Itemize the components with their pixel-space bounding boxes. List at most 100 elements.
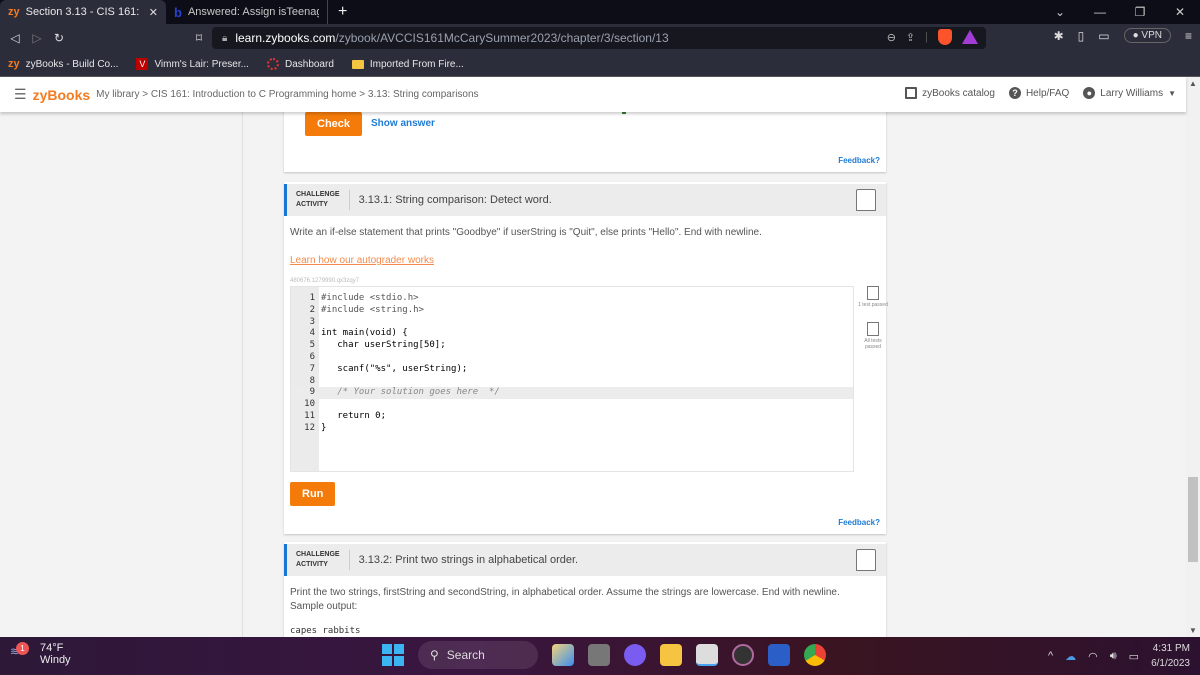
- browser-tab-bar: zy Section 3.13 - CIS 161: Introductio ✕…: [0, 0, 1200, 24]
- help-link[interactable]: ? Help/FAQ: [1008, 87, 1070, 99]
- onedrive-icon[interactable]: ☁: [1065, 650, 1076, 663]
- challenge-activity-card-2: CHALLENGE ACTIVITY 3.13.2: Print two stri…: [284, 542, 886, 637]
- scroll-up-icon[interactable]: ▲: [1189, 79, 1197, 88]
- weather-widget[interactable]: ≋ 1 74°F Windy: [10, 642, 71, 666]
- start-button-icon[interactable]: [382, 644, 404, 666]
- challenge-tag: CHALLENGE ACTIVITY: [287, 190, 350, 210]
- zybooks-logo[interactable]: zyBooks: [33, 87, 91, 103]
- tab-title: Answered: Assign isTeenager with true: [187, 6, 319, 18]
- code-line[interactable]: 5 char userString[50];: [291, 340, 853, 352]
- close-tab-icon[interactable]: ✕: [149, 6, 158, 19]
- code-line[interactable]: 7 scanf("%s", userString);: [291, 364, 853, 376]
- left-gutter: [0, 112, 243, 637]
- tab-search-icon[interactable]: ⌄: [1040, 5, 1080, 19]
- code-text: char userString[50];: [321, 340, 446, 351]
- feedback-link[interactable]: Feedback?: [838, 156, 880, 165]
- line-number: 2: [309, 304, 315, 315]
- scrollbar-thumb[interactable]: [1188, 477, 1198, 562]
- battery-icon[interactable]: ▭: [1129, 650, 1139, 663]
- bookmark-imported[interactable]: Imported From Fire...: [351, 59, 464, 70]
- brave-app-icon[interactable]: [696, 644, 718, 666]
- show-hidden-icons[interactable]: ^: [1048, 650, 1053, 662]
- scroll-down-icon[interactable]: ▼: [1189, 626, 1197, 635]
- brave-rewards-icon[interactable]: [962, 30, 978, 44]
- close-window-icon[interactable]: ✕: [1160, 5, 1200, 19]
- challenge-activity-card-1: CHALLENGE ACTIVITY 3.13.1: String compari…: [284, 182, 888, 534]
- url-path: /zybook/AVCCIS161McCarySummer2023/chapte…: [335, 31, 669, 45]
- run-button[interactable]: Run: [290, 482, 336, 506]
- code-editor[interactable]: 1 #include <stdio.h> 2 #include <string.h> 3…: [290, 286, 854, 472]
- user-menu[interactable]: ● Larry Williams ▼: [1083, 87, 1176, 99]
- vpn-button[interactable]: ● VPN: [1123, 28, 1171, 43]
- challenge-title: 3.13.2: Print two strings in alphabetica…: [358, 554, 579, 566]
- progress-marker: [622, 112, 626, 114]
- widgets-app-icon[interactable]: [552, 644, 574, 666]
- code-line[interactable]: 10: [291, 399, 853, 411]
- teams-chat-icon[interactable]: [624, 644, 646, 666]
- caret-down-icon: ▼: [1168, 88, 1176, 98]
- page-scrollbar[interactable]: ▲ ▼: [1186, 77, 1200, 637]
- bookmark-zybooks[interactable]: zy zyBooks - Build Co...: [8, 58, 118, 70]
- wallet-icon[interactable]: ▭: [1098, 29, 1109, 43]
- feedback-link[interactable]: Feedback?: [838, 518, 880, 527]
- catalog-link[interactable]: zyBooks catalog: [905, 87, 995, 99]
- completion-badge-icon: [856, 549, 876, 571]
- code-line[interactable]: 1 #include <stdio.h>: [291, 293, 853, 305]
- bookmark-icon[interactable]: ⌑: [188, 31, 210, 45]
- challenge-description: Print the two strings, firstString and s…: [290, 587, 840, 598]
- code-line[interactable]: 2 #include <string.h>: [291, 305, 853, 317]
- code-line[interactable]: 12}: [291, 423, 853, 435]
- show-answer-link[interactable]: Show answer: [371, 118, 435, 129]
- bookmark-vimm[interactable]: V Vimm's Lair: Preser...: [136, 58, 249, 70]
- line-number: 12: [304, 422, 315, 433]
- weather-temp: 74°F: [40, 642, 64, 654]
- previous-activity-card: Check Show answer Feedback?: [284, 112, 886, 172]
- sidebar-icon[interactable]: ▯: [1078, 29, 1085, 43]
- code-line[interactable]: 4 int main(void) {: [291, 328, 853, 340]
- help-label: Help/FAQ: [1025, 87, 1070, 99]
- taskbar-search[interactable]: ⚲ Search: [418, 641, 538, 669]
- zoom-icon[interactable]: ⊖: [887, 31, 896, 44]
- autograder-link[interactable]: Learn how our autograder works: [290, 255, 434, 266]
- tab-answered[interactable]: b Answered: Assign isTeenager with true: [166, 0, 328, 24]
- check-button[interactable]: Check: [305, 112, 363, 136]
- breadcrumb[interactable]: My library > CIS 161: Introduction to C …: [96, 89, 478, 100]
- code-line[interactable]: 6: [291, 352, 853, 364]
- tab-zybooks-section[interactable]: zy Section 3.13 - CIS 161: Introductio ✕: [0, 0, 166, 24]
- code-text: #include <stdio.h>: [321, 293, 419, 303]
- reload-icon[interactable]: ↻: [48, 31, 70, 45]
- line-number: 7: [309, 363, 315, 374]
- task-view-icon[interactable]: [588, 644, 610, 666]
- user-icon: ●: [1083, 87, 1096, 99]
- restore-icon[interactable]: ❐: [1120, 5, 1160, 19]
- menu-icon[interactable]: ≡: [1185, 29, 1192, 43]
- brave-shields-icon[interactable]: [938, 29, 952, 45]
- chrome-icon[interactable]: [804, 644, 826, 666]
- code-line[interactable]: 3: [291, 317, 853, 329]
- file-explorer-icon[interactable]: [660, 644, 682, 666]
- back-icon[interactable]: ◁: [4, 31, 26, 45]
- code-line[interactable]: 11 return 0;: [291, 411, 853, 423]
- word-icon[interactable]: [768, 644, 790, 666]
- bookmark-label: Dashboard: [284, 58, 334, 70]
- code-text: }: [321, 422, 327, 433]
- minimize-icon[interactable]: —: [1080, 5, 1120, 19]
- wifi-icon[interactable]: ◠: [1088, 650, 1098, 663]
- forward-icon[interactable]: ▷: [26, 31, 48, 45]
- code-line[interactable]: 9 /* Your solution goes here */: [291, 387, 853, 400]
- clock[interactable]: 4:31 PM 6/1/2023: [1151, 641, 1190, 671]
- share-icon[interactable]: ⇪: [906, 31, 915, 44]
- bookmark-dashboard[interactable]: Dashboard: [266, 58, 334, 70]
- bartleby-favicon-icon: b: [174, 4, 182, 20]
- address-bar[interactable]: 🔒︎ learn.zybooks.com/zybook/AVCCIS161McC…: [212, 27, 986, 49]
- hamburger-menu-icon[interactable]: ☰: [14, 86, 27, 103]
- lock-icon: 🔒︎: [222, 32, 228, 44]
- windows-taskbar: ≋ 1 74°F Windy ⚲ Search ^ ☁ ◠ 🔊︎ ▭ 4:31 PM 6…: [0, 637, 1200, 675]
- media-player-icon[interactable]: [732, 644, 754, 666]
- new-tab-button[interactable]: +: [338, 3, 347, 21]
- extensions-icon[interactable]: ✱: [1054, 29, 1064, 43]
- completion-badge-icon: [856, 189, 876, 211]
- volume-icon[interactable]: 🔊︎: [1110, 650, 1117, 663]
- zybooks-icon: zy: [8, 58, 20, 70]
- code-line[interactable]: 8: [291, 376, 853, 388]
